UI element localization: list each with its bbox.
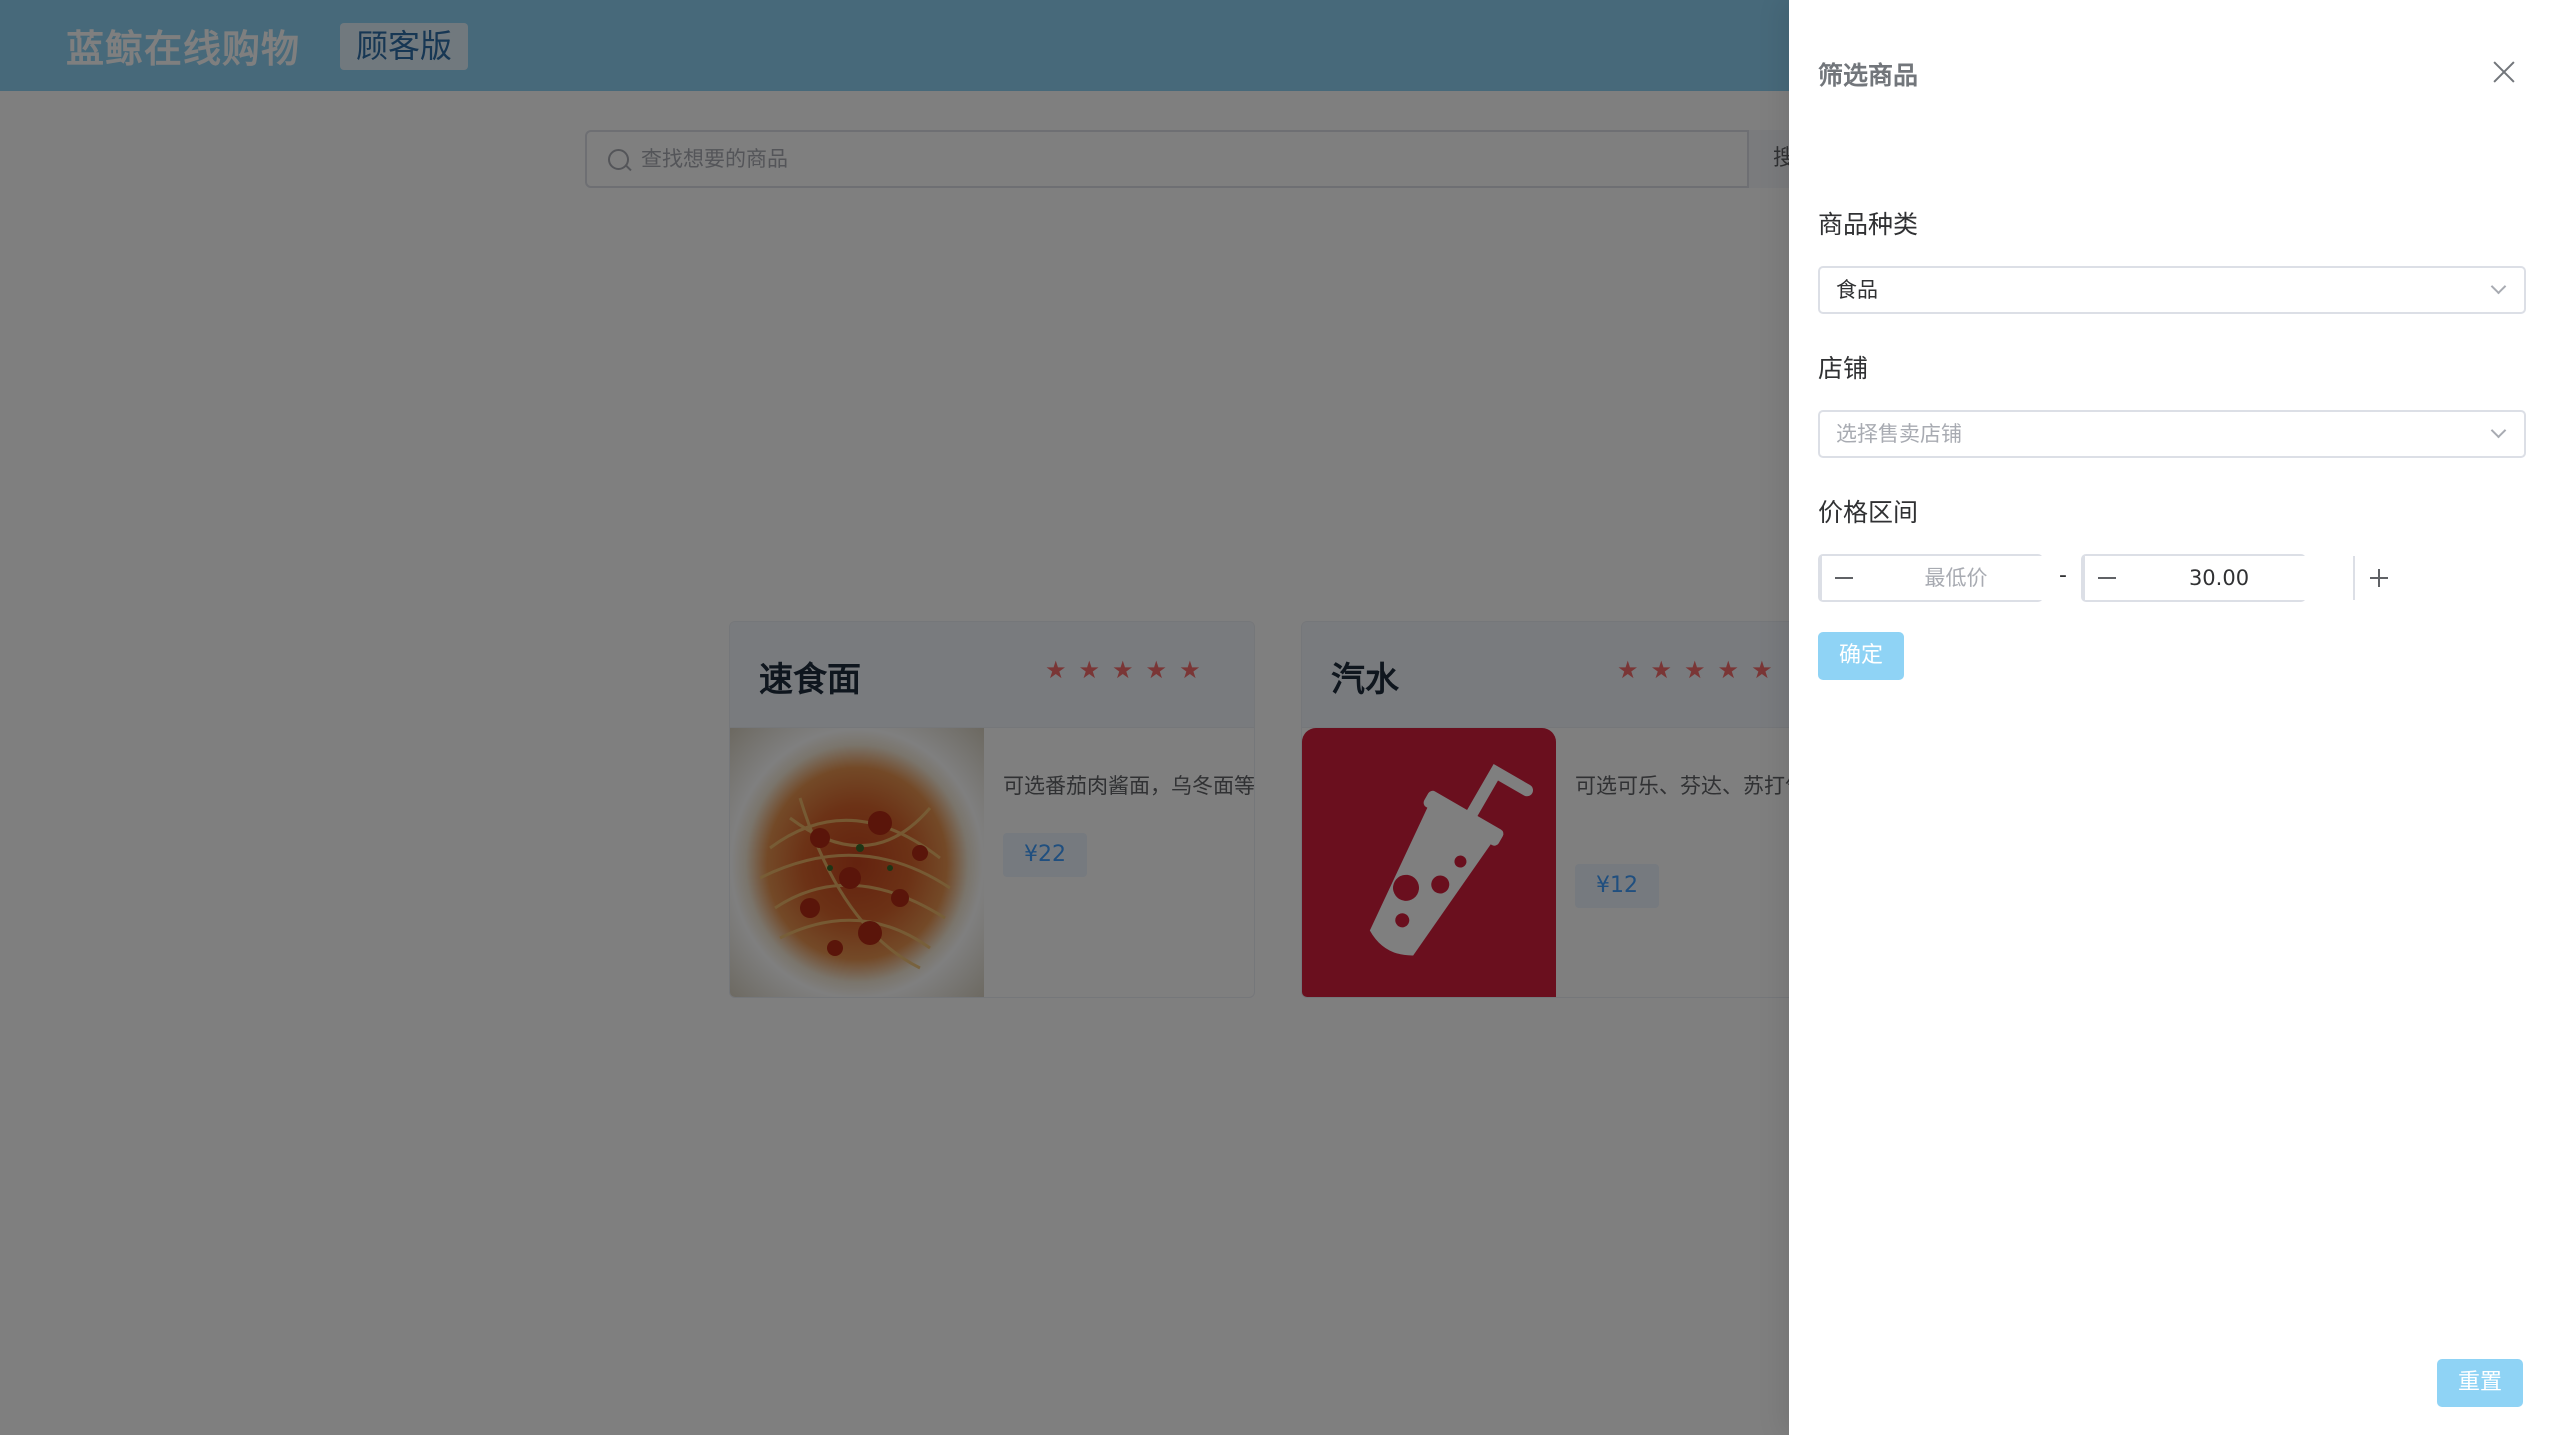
max-price-stepper [2081,554,2388,602]
chevron-down-icon [2490,422,2507,439]
confirm-button[interactable]: 确定 [1818,632,1905,680]
min-price-input[interactable] [1822,556,2090,600]
shop-select[interactable]: 选择售卖店铺 [1818,410,2526,458]
minus-icon [1835,577,1853,579]
category-select[interactable]: 食品 [1818,266,2526,314]
min-price-decrease-button[interactable] [1820,556,1853,600]
plus-icon [2370,569,2388,587]
close-icon[interactable] [2490,58,2518,86]
category-value: 食品 [1836,278,1878,302]
minus-icon [2098,577,2116,579]
drawer-title: 筛选商品 [1818,61,1919,90]
max-price-decrease-button[interactable] [2083,556,2116,600]
price-range-label: 价格区间 [1818,498,1919,527]
min-price-stepper [1818,554,2125,602]
max-price-input[interactable] [2085,556,2353,600]
filter-drawer: 筛选商品 商品种类 食品 店铺 选择售卖店铺 价格区间 - 确定 重置 [1789,0,2554,1435]
range-separator: - [2059,563,2067,588]
shop-label: 店铺 [1818,354,1869,383]
shop-placeholder: 选择售卖店铺 [1836,422,1962,446]
chevron-down-icon [2490,278,2507,295]
category-label: 商品种类 [1818,210,1919,239]
reset-button[interactable]: 重置 [2437,1359,2524,1407]
max-price-increase-button[interactable] [2353,556,2388,600]
